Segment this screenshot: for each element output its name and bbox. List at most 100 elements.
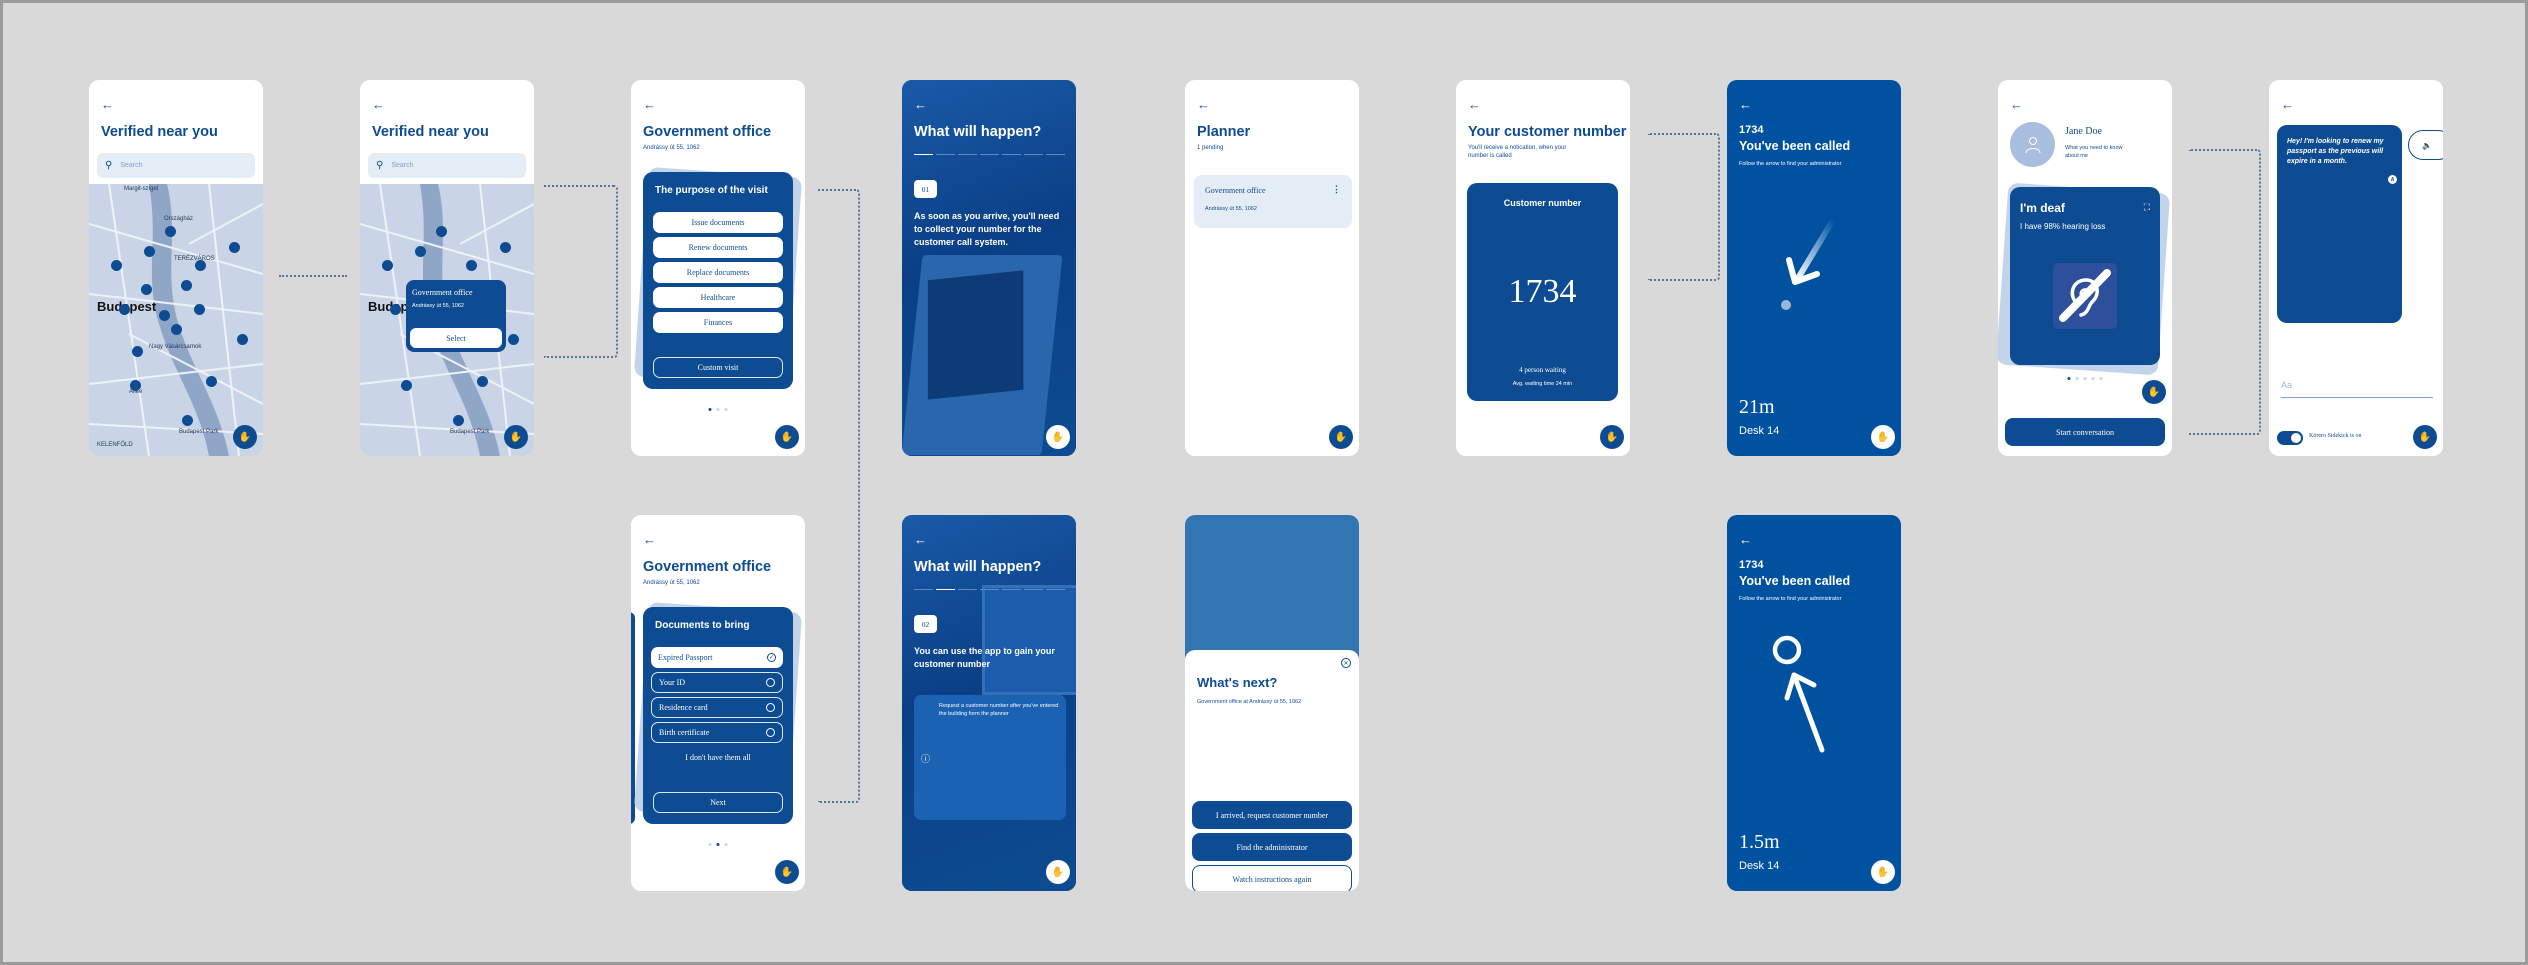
page-dot[interactable] (2083, 377, 2087, 380)
map-pin[interactable] (508, 334, 519, 345)
sign-language-button[interactable]: ✋ (1046, 425, 1070, 449)
sign-language-button[interactable]: ✋ (1046, 860, 1070, 884)
location-popup: Government office Andrássy út 55, 1062 S… (406, 280, 506, 352)
sign-language-button[interactable]: ✋ (775, 425, 799, 449)
page-dot[interactable] (2075, 377, 2079, 380)
start-conversation-button[interactable]: Start conversation (2005, 418, 2165, 446)
map-view[interactable]: Budapest Budapest Park Government office… (360, 184, 534, 456)
page-title: Government office (643, 559, 772, 575)
map-pin[interactable] (119, 304, 130, 315)
option-renew-documents[interactable]: Renew documents (653, 237, 783, 258)
page-dot[interactable] (2091, 377, 2095, 380)
page-dot[interactable] (724, 843, 728, 846)
select-button[interactable]: Select (410, 328, 502, 348)
page-dot[interactable] (708, 843, 712, 846)
map-pin[interactable] (466, 260, 477, 271)
sign-language-button[interactable]: ✋ (1600, 425, 1624, 449)
sidekick-toggle[interactable] (2277, 431, 2303, 445)
page-dot[interactable] (716, 843, 720, 846)
map-pin[interactable] (206, 376, 217, 387)
map-pin[interactable] (171, 324, 182, 335)
map-pin[interactable] (141, 284, 152, 295)
back-button[interactable]: ← (101, 98, 114, 111)
map-pin[interactable] (144, 246, 155, 257)
map-pin[interactable] (194, 304, 205, 315)
back-button[interactable]: ← (1197, 98, 1210, 111)
sign-language-button[interactable]: ✋ (1871, 425, 1895, 449)
find-administrator-button[interactable]: Find the administrator (1192, 833, 1352, 861)
map-pin[interactable] (159, 310, 170, 321)
message-input[interactable]: Aa (2281, 380, 2433, 398)
map-pin[interactable] (111, 260, 122, 271)
planner-item[interactable]: Government office Andrássy út 55, 1062 ⋮ (1194, 175, 1352, 228)
request-number-button[interactable]: I arrived, request customer number (1192, 801, 1352, 829)
pagination-dots (708, 408, 728, 411)
page-dot[interactable] (724, 408, 728, 411)
map-pin[interactable] (181, 280, 192, 291)
back-button[interactable]: ← (643, 98, 656, 111)
sign-language-button[interactable]: ✋ (1329, 425, 1353, 449)
map-pin[interactable] (415, 246, 426, 257)
more-vertical-icon[interactable]: ⋮ (1332, 184, 1341, 195)
back-button[interactable]: ← (643, 533, 656, 546)
document-birth-certificate[interactable]: Birth certificate (651, 722, 783, 743)
page-dot[interactable] (2099, 377, 2103, 380)
custom-visit-button[interactable]: Custom visit (653, 357, 783, 378)
back-button[interactable]: ← (914, 98, 927, 111)
next-button[interactable]: Next (653, 792, 783, 813)
map-pin[interactable] (382, 260, 393, 271)
back-button[interactable]: ← (2010, 98, 2023, 111)
option-healthcare[interactable]: Healthcare (653, 287, 783, 308)
document-residence-card[interactable]: Residence card (651, 697, 783, 718)
sign-language-button[interactable]: ✋ (2142, 380, 2166, 404)
map-pin[interactable] (130, 380, 141, 391)
map-view[interactable]: Margit-sziget Országház TERÉZVÁROS Budap… (89, 184, 263, 456)
page-dot[interactable] (2067, 377, 2071, 380)
map-pin[interactable] (436, 226, 447, 237)
back-button[interactable]: ← (1739, 98, 1752, 111)
map-pin[interactable] (500, 242, 511, 253)
map-pin[interactable] (390, 304, 401, 315)
map-pin[interactable] (132, 346, 143, 357)
map-pin[interactable] (453, 415, 464, 426)
back-button[interactable]: ← (1468, 98, 1481, 111)
map-pin[interactable] (165, 226, 176, 237)
missing-documents-link[interactable]: I don't have them all (653, 747, 783, 768)
sign-language-icon: ✋ (1605, 431, 1619, 443)
back-button[interactable]: ← (372, 98, 385, 111)
map-pin[interactable] (237, 334, 248, 345)
option-issue-documents[interactable]: Issue documents (653, 212, 783, 233)
option-replace-documents[interactable]: Replace documents (653, 262, 783, 283)
search-input[interactable]: ⚲ Search (368, 153, 526, 178)
page-dot[interactable] (716, 408, 720, 411)
page-dot[interactable] (708, 408, 712, 411)
document-expired-passport[interactable]: Expired Passport ✓ (651, 647, 783, 668)
sign-language-icon: ✋ (509, 431, 523, 443)
map-pin[interactable] (182, 415, 193, 426)
screen-called-far: ← 1734 You've been called Follow the arr… (1727, 80, 1901, 456)
document-your-id[interactable]: Your ID (651, 672, 783, 693)
map-pin[interactable] (195, 260, 206, 271)
search-input[interactable]: ⚲ Search (97, 153, 255, 178)
called-title: You've been called (1739, 574, 1851, 588)
info-box: ⓘ Request a customer number after you've… (914, 695, 1066, 820)
sidekick-toggle-label: Kōrero Sidekick is on (2309, 433, 2362, 439)
sheet-subtitle: Government office at Andrássy út 55, 106… (1197, 699, 1302, 705)
map-pin[interactable] (477, 376, 488, 387)
sign-language-button[interactable]: ✋ (504, 425, 528, 449)
map-pin[interactable] (401, 380, 412, 391)
sign-language-button[interactable]: ✋ (775, 860, 799, 884)
back-button[interactable]: ← (2281, 98, 2294, 111)
option-finances[interactable]: Finances (653, 312, 783, 333)
map-pin[interactable] (229, 242, 240, 253)
sign-language-button[interactable]: ✋ (1871, 860, 1895, 884)
watch-instructions-button[interactable]: Watch instructions again (1192, 865, 1352, 891)
close-icon[interactable]: ✕ (1341, 658, 1351, 668)
speaker-button[interactable]: 🔈 (2408, 130, 2443, 160)
sign-language-button[interactable]: ✋ (233, 425, 257, 449)
back-button[interactable]: ← (1739, 533, 1752, 546)
map-streets (89, 184, 263, 456)
expand-icon[interactable]: ⛶ (2144, 202, 2150, 213)
back-button[interactable]: ← (914, 533, 927, 546)
sign-language-button[interactable]: ✋ (2413, 425, 2437, 449)
